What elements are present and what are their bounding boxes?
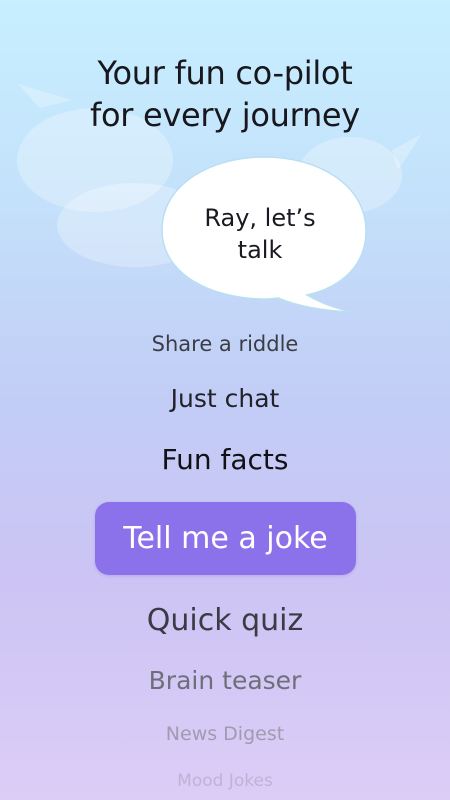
option-brain-teaser[interactable]: Brain teaser <box>0 664 450 698</box>
speech-bubble-line-1: Ray, let’s <box>204 204 316 232</box>
option-share-a-riddle[interactable]: Share a riddle <box>0 330 450 358</box>
option-tell-me-a-joke-selected[interactable]: Tell me a joke <box>95 502 356 575</box>
headline-line-1: Your fun co-pilot <box>97 54 353 92</box>
headline: Your fun co-pilot for every journey <box>0 52 450 136</box>
option-news-digest[interactable]: News Digest <box>0 721 450 747</box>
option-just-chat[interactable]: Just chat <box>0 383 450 415</box>
speech-bubble-line-2: talk <box>237 236 283 264</box>
headline-line-2: for every journey <box>90 96 360 134</box>
onboarding-screen: Your fun co-pilot for every journey Ray,… <box>0 0 450 800</box>
option-quick-quiz[interactable]: Quick quiz <box>0 602 450 640</box>
option-fun-facts[interactable]: Fun facts <box>0 442 450 478</box>
option-mood-jokes[interactable]: Mood Jokes <box>0 769 450 793</box>
speech-bubble-text: Ray, let’s talk <box>185 202 335 266</box>
